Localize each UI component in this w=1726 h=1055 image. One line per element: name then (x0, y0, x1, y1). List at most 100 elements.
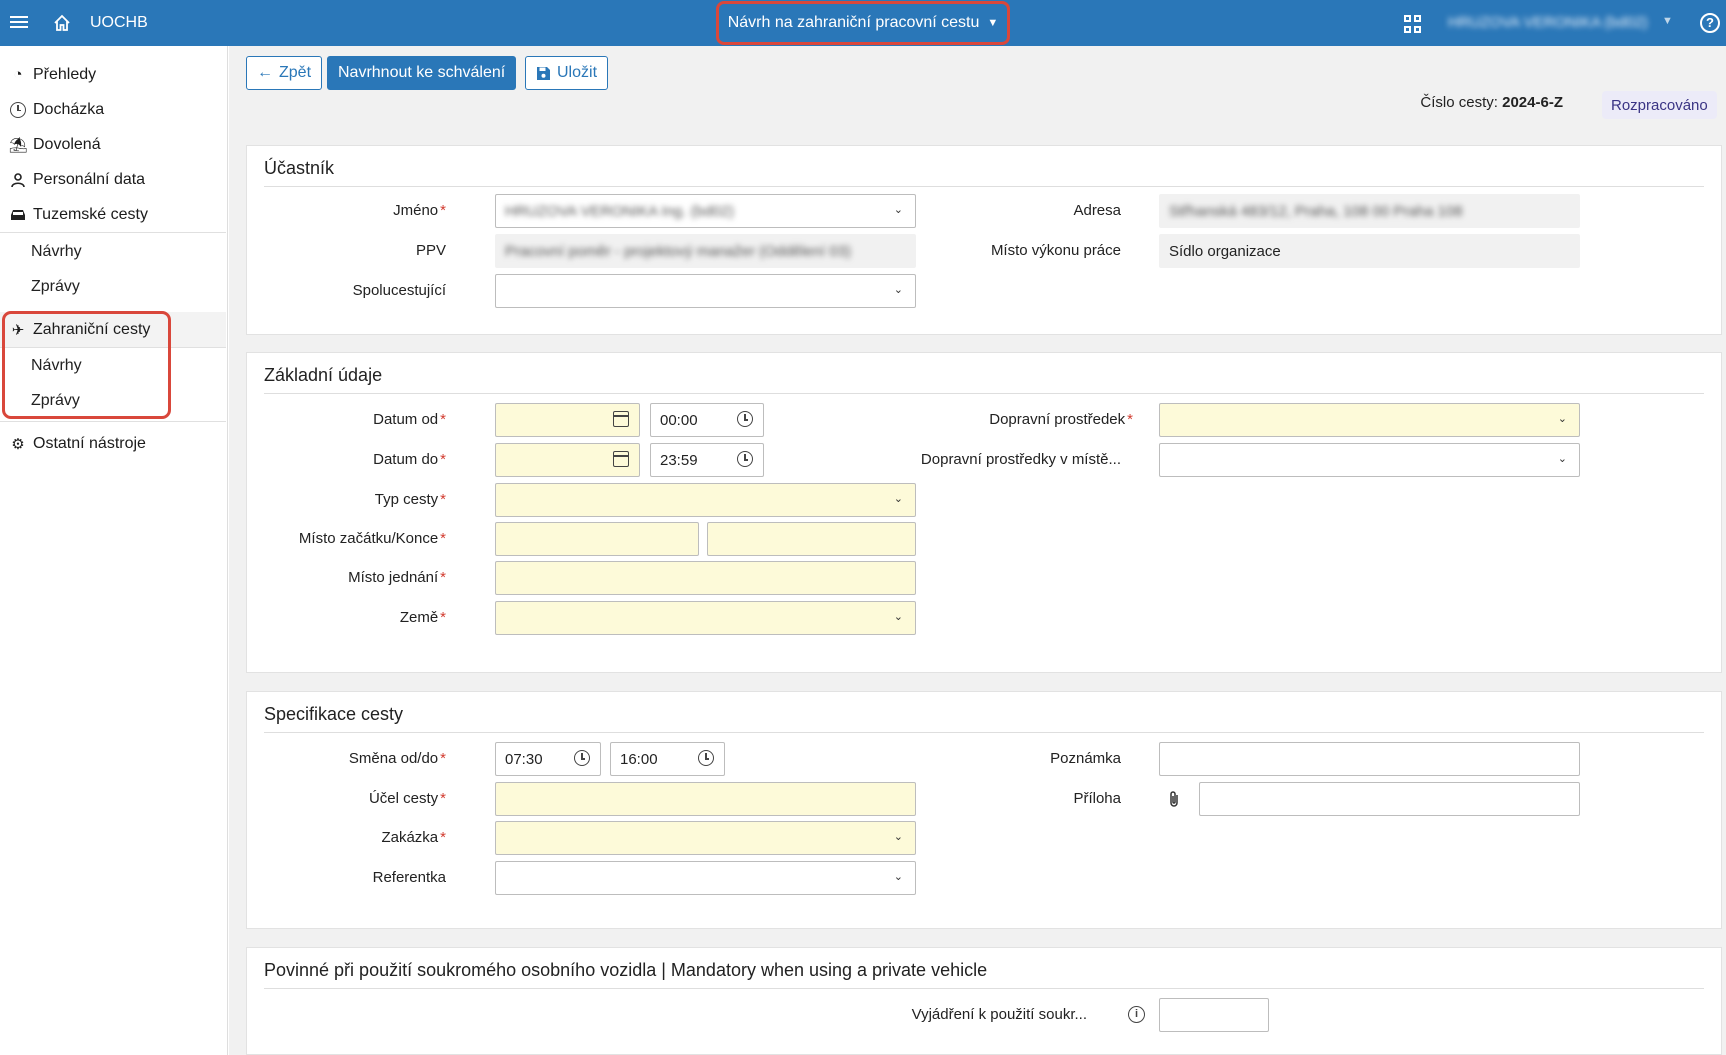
sidebar-item-other-tools[interactable]: ⚙ Ostatní nástroje (0, 426, 226, 461)
private-vehicle-card: Povinné při použití soukromého osobního … (246, 947, 1722, 1055)
divider (0, 232, 226, 233)
vehicle-statement-input[interactable] (1159, 998, 1269, 1032)
divider (264, 988, 1704, 989)
paperclip-icon[interactable] (1168, 790, 1180, 808)
sidebar-item-label: Personální data (33, 170, 146, 188)
attachment-input[interactable] (1199, 782, 1580, 816)
clock-icon[interactable] (698, 750, 716, 768)
date-to-label: Datum do * (373, 451, 446, 468)
local-transport-label: Dopravní prostředky v místě... (920, 451, 1121, 468)
meeting-place-input[interactable] (495, 561, 916, 595)
attachment-label: Příloha (1073, 790, 1121, 807)
sidebar-item-label: Dovolená (33, 135, 101, 153)
save-button[interactable]: Uložit (525, 56, 609, 90)
clock-icon[interactable] (737, 411, 755, 429)
sidebar-item-attendance[interactable]: Docházka (0, 92, 226, 127)
start-end-label: Místo začátku/Konce * (298, 530, 446, 547)
order-label: Zakázka * (381, 829, 446, 846)
divider (264, 186, 1704, 187)
toolbar: ← Zpět Navrhnout ke schválení Uložit Čís… (229, 46, 1726, 130)
apps-grid-icon[interactable] (1404, 15, 1422, 33)
sidebar-item-domestic-trips[interactable]: Tuzemské cesty (0, 197, 226, 232)
sidebar-item-label: Přehledy (33, 65, 97, 83)
name-select[interactable]: HRUZOVA VERONIKA Ing. (bd02) ⌄ (495, 194, 916, 228)
participant-card: Účastník Jméno * HRUZOVA VERONIKA Ing. (b… (246, 145, 1722, 335)
status-badge: Rozpracováno (1602, 91, 1717, 119)
trip-type-label: Typ cesty * (374, 491, 446, 508)
note-input[interactable] (1159, 742, 1580, 776)
chevron-down-icon: ⌄ (1557, 453, 1567, 465)
ppv-label: PPV (415, 242, 446, 259)
date-from-label: Datum od * (373, 411, 446, 428)
shift-to-input[interactable]: 16:00 (610, 742, 725, 776)
referent-label: Referentka (372, 869, 446, 886)
clock-icon[interactable] (574, 750, 592, 768)
meeting-place-label: Místo jednání * (348, 569, 446, 586)
app-name[interactable]: UOCHB (90, 14, 148, 32)
section-title: Účastník (264, 158, 335, 178)
section-title: Specifikace cesty (264, 704, 404, 724)
transport-label: Dopravní prostředek * (989, 411, 1133, 428)
sidebar: ◔ Přehledy Docházka ⛱ Dovolená Personáln… (0, 46, 228, 1055)
back-button[interactable]: ← Zpět (246, 56, 323, 90)
order-select[interactable]: ⌄ (495, 821, 916, 855)
page-title: Návrh na zahraniční pracovní cestu (727, 14, 980, 31)
address-label: Adresa (1073, 202, 1121, 219)
beach-icon: ⛱ (8, 136, 28, 154)
start-place-input[interactable] (495, 522, 699, 556)
section-title: Povinné při použití soukromého osobního … (264, 960, 988, 980)
user-name[interactable]: HRUZOVA VERONIKA (bd02) (1448, 14, 1648, 31)
save-icon (537, 66, 550, 80)
sidebar-item-vacation[interactable]: ⛱ Dovolená (0, 127, 226, 162)
local-transport-select[interactable]: ⌄ (1159, 443, 1580, 477)
note-label: Poznámka (1050, 750, 1121, 767)
clock-icon (9, 101, 27, 119)
address-field: Střhanská 483/12, Praha, 108 00 Praha 10… (1159, 194, 1580, 228)
clock-icon[interactable] (737, 451, 755, 469)
chevron-down-icon: ⌄ (893, 871, 903, 883)
companions-select[interactable]: ⌄ (495, 274, 916, 308)
divider (264, 732, 1704, 733)
purpose-label: Účel cesty * (368, 790, 446, 807)
date-to-input[interactable] (495, 443, 640, 477)
chevron-down-icon: ⌄ (893, 493, 903, 505)
chevron-down-icon: ⌄ (893, 284, 903, 296)
country-label: Země * (399, 609, 446, 626)
end-place-input[interactable] (707, 522, 916, 556)
info-icon[interactable]: i (1128, 1006, 1145, 1023)
shift-from-input[interactable]: 07:30 (495, 742, 601, 776)
help-icon[interactable]: ? (1700, 13, 1720, 33)
sidebar-item-label: Ostatní nástroje (33, 434, 146, 452)
home-icon[interactable] (52, 13, 72, 33)
sidebar-item-personal-data[interactable]: Personální data (0, 162, 226, 197)
calendar-icon[interactable] (613, 451, 631, 469)
section-title: Základní údaje (264, 365, 383, 385)
chevron-down-icon[interactable]: ▼ (1662, 15, 1673, 27)
sidebar-item-label: Docházka (33, 100, 105, 118)
page-title-dropdown[interactable]: Návrh na zahraniční pracovní cestu ▼ (716, 1, 1010, 45)
sidebar-item-overviews[interactable]: ◔ Přehledy (0, 57, 226, 92)
chevron-down-icon: ▼ (987, 17, 999, 29)
submit-for-approval-button[interactable]: Navrhnout ke schválení (327, 56, 517, 90)
main-content: ← Zpět Navrhnout ke schválení Uložit Čís… (229, 46, 1726, 1055)
time-from-input[interactable]: 00:00 (650, 403, 764, 437)
menu-icon[interactable] (10, 13, 28, 33)
calendar-icon[interactable] (613, 411, 631, 429)
chevron-down-icon: ⌄ (893, 831, 903, 843)
purpose-input[interactable] (495, 782, 916, 816)
time-to-input[interactable]: 23:59 (650, 443, 764, 477)
sidebar-subitem-domestic-reports[interactable]: Zprávy (31, 278, 80, 296)
transport-select[interactable]: ⌄ (1159, 403, 1580, 437)
workplace-label: Místo výkonu práce (990, 242, 1121, 259)
date-from-input[interactable] (495, 403, 640, 437)
referent-select[interactable]: ⌄ (495, 861, 916, 895)
divider (264, 393, 1704, 394)
car-icon (9, 206, 27, 224)
arrow-left-icon: ← (257, 64, 273, 81)
sidebar-subitem-domestic-proposals[interactable]: Návrhy (31, 243, 82, 261)
highlight-box (2, 311, 171, 419)
trip-spec-card: Specifikace cesty Směna od/do * 07:30 16:… (246, 691, 1722, 929)
country-select[interactable]: ⌄ (495, 601, 916, 635)
trip-type-select[interactable]: ⌄ (495, 483, 916, 517)
companions-label: Spolucestující (352, 282, 446, 299)
